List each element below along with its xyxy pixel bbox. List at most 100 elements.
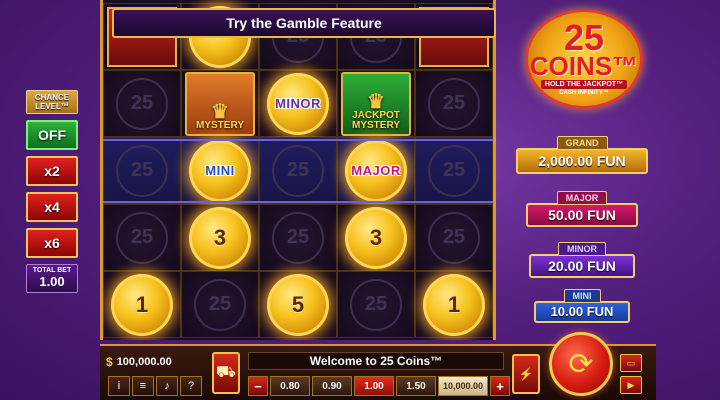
- total-bet-box: TOTAL BET 1.00: [26, 264, 78, 293]
- spin-button[interactable]: ⟳: [549, 332, 613, 396]
- value-coin: 5: [267, 273, 329, 336]
- reel-cell: ♛ MYSTERY: [181, 70, 259, 137]
- play-button[interactable]: ▶: [620, 376, 642, 394]
- reel-cell: 25: [103, 70, 181, 137]
- gamble-banner: Try the Gamble Feature: [112, 8, 496, 38]
- mini-coin-label: MINI: [205, 163, 235, 178]
- bet-selector: − 0.80 0.90 1.00 1.50 10,000.00 +: [248, 376, 511, 396]
- spin-arrows-icon: ⟳: [568, 347, 594, 381]
- reel-cell: 25: [415, 137, 493, 204]
- reel-cell: ♛ JACKPOT MYSTERY: [337, 70, 415, 137]
- pot-icon: ♛: [211, 100, 229, 123]
- reel-cell: 25: [181, 271, 259, 338]
- reel-cell: 25: [259, 137, 337, 204]
- play-icon: ▶: [627, 379, 635, 390]
- minor-coin-label: MINOR: [275, 96, 321, 111]
- utility-buttons: i ≡ ♪ ?: [108, 376, 202, 396]
- bet-option[interactable]: 1.50: [396, 376, 436, 396]
- bet-option[interactable]: 0.90: [312, 376, 352, 396]
- jackpot-mystery-label: JACKPOT MYSTERY: [352, 109, 400, 131]
- help-icon[interactable]: ?: [180, 376, 202, 396]
- grand-value: 2,000.00 FUN: [516, 148, 648, 174]
- reel-cell: 5: [259, 271, 337, 338]
- empty-coin-slot: 25: [116, 211, 168, 264]
- logo-subtitle: HOLD THE JACKPOT™: [540, 80, 628, 89]
- minor-value: 20.00 FUN: [529, 254, 635, 278]
- grand-jackpot: GRAND 2,000.00 FUN: [516, 136, 648, 174]
- empty-coin-slot: 25: [194, 278, 246, 331]
- mystery-symbol: ♛ MYSTERY: [185, 71, 255, 136]
- mini-value: 10.00 FUN: [534, 301, 630, 323]
- mini-coin: MINI: [189, 139, 251, 202]
- balance-value: 100,000.00: [116, 356, 172, 368]
- minor-jackpot: MINOR 20.00 FUN: [529, 242, 635, 278]
- bet-option-max[interactable]: 10,000.00: [438, 376, 489, 396]
- pot-icon: ♛: [367, 90, 385, 113]
- value-coin: 1: [111, 273, 173, 336]
- minor-coin: MINOR: [267, 72, 329, 135]
- reel-cell: 25: [103, 204, 181, 271]
- autoplay-icon: ▭: [626, 357, 636, 368]
- chance-level-panel: CHANCE LEVEL™ OFF x2 x4 x6 TOTAL BET 1.0…: [24, 90, 80, 293]
- autoplay-button[interactable]: ▭: [620, 354, 642, 372]
- turbo-button[interactable]: ⚡: [512, 354, 540, 394]
- empty-coin-slot: 25: [428, 77, 480, 130]
- minor-label: MINOR: [558, 242, 606, 255]
- chance-x6-button[interactable]: x6: [26, 228, 78, 258]
- mystery-label: MYSTERY: [196, 119, 244, 131]
- cart-icon: ⛟: [215, 364, 237, 381]
- total-bet-label: TOTAL BET: [32, 267, 72, 274]
- buy-feature-button[interactable]: ⛟: [212, 352, 240, 394]
- chance-level-label: CHANCE LEVEL™: [26, 90, 78, 114]
- reel-cell: 25: [415, 204, 493, 271]
- money-bag-icon: $: [106, 355, 113, 369]
- empty-coin-slot: 25: [272, 211, 324, 264]
- major-jackpot: MAJOR 50.00 FUN: [526, 191, 638, 227]
- empty-coin-slot: 25: [350, 278, 402, 331]
- reel-cell: 25: [415, 70, 493, 137]
- major-coin: MAJOR: [345, 139, 407, 202]
- game-logo: 25 COINS™ HOLD THE JACKPOT™ CASH INFINIT…: [520, 4, 648, 114]
- bet-increase-button[interactable]: +: [490, 376, 511, 396]
- sound-icon[interactable]: ♪: [156, 376, 178, 396]
- logo-number: 25: [563, 17, 605, 58]
- reel-cell: 25: [259, 204, 337, 271]
- control-bar: $ 100,000.00 i ≡ ♪ ? ⛟ Welcome to 25 Coi…: [100, 332, 656, 400]
- logo-subtitle-2: CASH INFINITY™: [559, 90, 609, 96]
- logo-emblem: 25 COINS™ HOLD THE JACKPOT™ CASH INFINIT…: [525, 9, 643, 109]
- empty-coin-slot: 25: [428, 211, 480, 264]
- chance-x2-button[interactable]: x2: [26, 156, 78, 186]
- mini-label: MINI: [563, 289, 601, 302]
- value-coin: 1: [423, 273, 485, 336]
- value-coin: 3: [189, 206, 251, 269]
- reel-grid: 25 25 25 ♛ MYSTERY MINOR ♛ JACKPOT MYSTE…: [103, 3, 493, 338]
- major-label: MAJOR: [556, 191, 608, 204]
- reel-cell: MINOR: [259, 70, 337, 137]
- info-icon[interactable]: i: [108, 376, 130, 396]
- bet-decrease-button[interactable]: −: [248, 376, 268, 396]
- menu-icon[interactable]: ≡: [132, 376, 154, 396]
- grand-label: GRAND: [556, 136, 608, 149]
- major-coin-label: MAJOR: [351, 163, 401, 178]
- reel-area: 25 25 25 ♛ MYSTERY MINOR ♛ JACKPOT MYSTE…: [100, 0, 496, 340]
- bet-option-selected[interactable]: 1.00: [354, 376, 394, 396]
- major-value: 50.00 FUN: [526, 203, 638, 227]
- chance-x4-button[interactable]: x4: [26, 192, 78, 222]
- reel-cell: 1: [415, 271, 493, 338]
- value-coin: 3: [345, 206, 407, 269]
- message-bar: Welcome to 25 Coins™: [248, 352, 504, 370]
- reel-cell: 25: [103, 137, 181, 204]
- turbo-icon: ⚡: [518, 367, 534, 381]
- balance-display: $ 100,000.00: [106, 352, 206, 372]
- reel-cell: MINI: [181, 137, 259, 204]
- bet-option[interactable]: 0.80: [270, 376, 310, 396]
- reel-cell: MAJOR: [337, 137, 415, 204]
- empty-coin-slot: 25: [272, 144, 324, 197]
- empty-coin-slot: 25: [428, 144, 480, 197]
- total-bet-value: 1.00: [39, 274, 65, 289]
- mini-jackpot: MINI 10.00 FUN: [534, 289, 630, 323]
- empty-coin-slot: 25: [116, 77, 168, 130]
- reel-cell: 3: [337, 204, 415, 271]
- chance-off-button[interactable]: OFF: [26, 120, 78, 150]
- empty-coin-slot: 25: [116, 144, 168, 197]
